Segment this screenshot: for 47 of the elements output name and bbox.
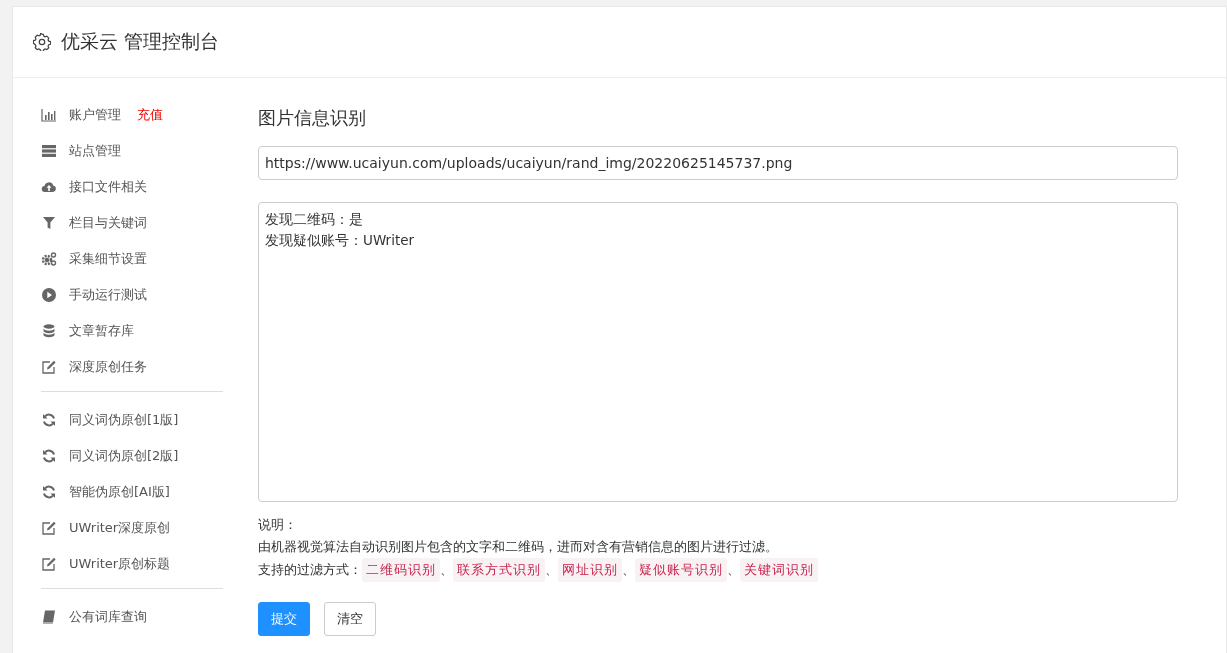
methods-label: 支持的过滤方式： <box>258 561 362 579</box>
edit-icon <box>41 520 57 536</box>
note-text: 由机器视觉算法自动识别图片包含的文字和二维码，进而对含有营销信息的图片进行过滤。 <box>258 538 778 556</box>
edit-icon <box>41 359 57 375</box>
note-label: 说明： <box>258 516 297 534</box>
book-icon <box>41 609 57 625</box>
sidebar-item[interactable]: 账户管理 <box>69 106 121 124</box>
database-icon <box>41 323 57 339</box>
sidebar-item[interactable]: 栏目与关键词 <box>69 214 147 232</box>
refresh-icon <box>41 412 57 428</box>
recharge-link[interactable]: 充值 <box>137 106 163 124</box>
separator: 、 <box>622 561 635 579</box>
gears-icon <box>41 251 57 267</box>
url-field[interactable]: https://www.ucaiyun.com/uploads/ucaiyun/rand_img/20220625145737.png <box>258 146 1178 180</box>
refresh-icon <box>41 484 57 500</box>
sidebar-item[interactable]: 采集细节设置 <box>69 250 147 268</box>
cloud-upload-icon <box>41 179 57 195</box>
separator: 、 <box>545 561 558 579</box>
result-area[interactable]: 发现二维码：是 发现疑似账号：UWriter <box>258 202 1178 502</box>
sidebar-item[interactable]: 智能伪原创[AI版] <box>69 483 170 501</box>
separator: 、 <box>440 561 453 579</box>
settings-icon <box>33 33 51 51</box>
edit-icon <box>41 556 57 572</box>
filter-method-tag: 疑似账号识别 <box>635 558 727 582</box>
filter-method-tag: 二维码识别 <box>362 558 440 582</box>
sidebar-item[interactable]: 同义词伪原创[2版] <box>69 447 179 465</box>
clear-button[interactable]: 清空 <box>324 602 376 636</box>
sidebar-item[interactable]: 站点管理 <box>69 142 121 160</box>
sidebar-item[interactable]: 同义词伪原创[1版] <box>69 411 179 429</box>
filter-icon <box>41 215 57 231</box>
sidebar-item[interactable]: 深度原创任务 <box>69 358 147 376</box>
sidebar-item[interactable]: 文章暂存库 <box>69 322 134 340</box>
page-title: 图片信息识别 <box>258 106 367 130</box>
filter-method-tag: 联系方式识别 <box>453 558 545 582</box>
app-title: 优采云 管理控制台 <box>61 29 220 54</box>
sidebar-item[interactable]: UWriter深度原创 <box>69 519 171 537</box>
sidebar-item[interactable]: UWriter原创标题 <box>69 555 171 573</box>
sidebar-item[interactable]: 公有词库查询 <box>69 608 147 626</box>
refresh-icon <box>41 448 57 464</box>
bar-chart-icon <box>41 107 57 123</box>
filter-method-tag: 网址识别 <box>558 558 622 582</box>
sidebar-item[interactable]: 手动运行测试 <box>69 286 147 304</box>
separator: 、 <box>727 561 740 579</box>
sidebar-item[interactable]: 接口文件相关 <box>69 178 147 196</box>
server-icon <box>41 143 57 159</box>
play-icon <box>41 287 57 303</box>
filter-method-tag: 关键词识别 <box>740 558 818 582</box>
